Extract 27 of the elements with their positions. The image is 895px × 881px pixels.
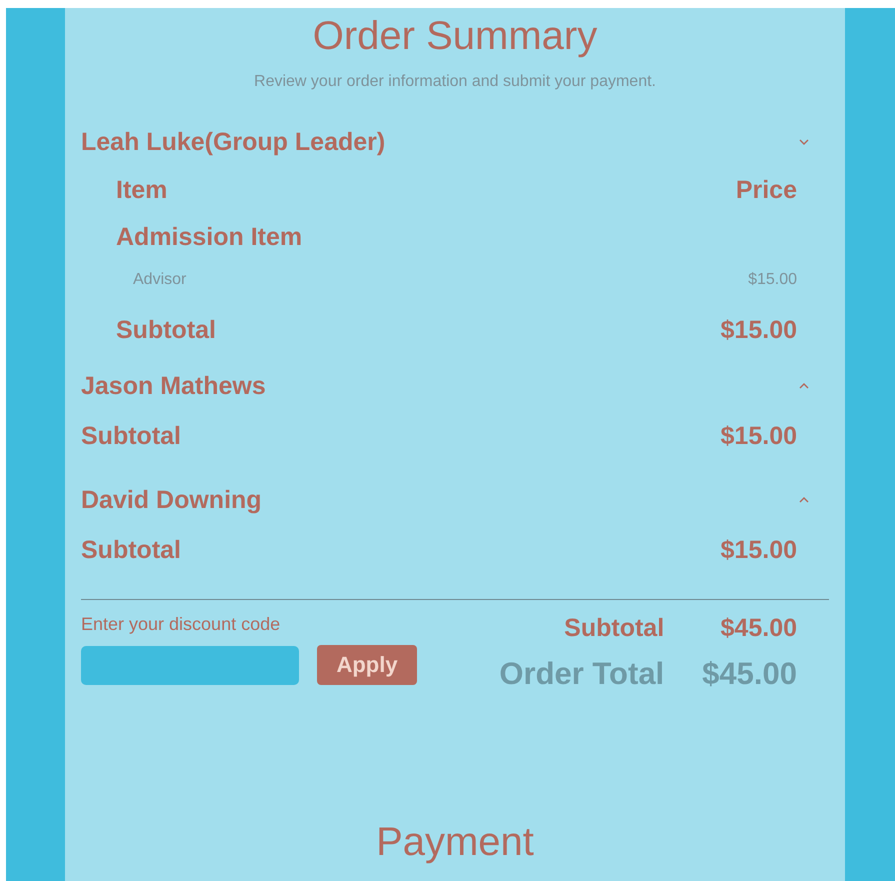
discount-label: Enter your discount code	[81, 614, 282, 635]
total-label: Order Total	[499, 656, 664, 693]
group-name[interactable]: David Downing	[81, 486, 262, 514]
item-name: Advisor	[133, 271, 186, 289]
group-name[interactable]: Jason Mathews	[81, 372, 266, 400]
chevron-up-icon[interactable]	[798, 496, 810, 504]
subtotal-label: Subtotal	[564, 614, 664, 644]
chevron-up-icon[interactable]	[798, 382, 810, 390]
subtotal-label: Subtotal	[81, 536, 181, 564]
item-price: $15.00	[748, 271, 797, 289]
total-value: $45.00	[702, 656, 797, 693]
discount-field[interactable]	[81, 646, 299, 684]
section-heading: Payment	[375, 820, 535, 865]
subtotal-value: $45.00	[720, 614, 797, 644]
page-subtitle: Review your order information and submit your payment.	[253, 73, 657, 91]
apply-button[interactable]: Apply	[317, 645, 417, 685]
page-title: Order Summary	[312, 14, 598, 59]
subtotal-value: $15.00	[720, 422, 797, 450]
section-title: Admission Item	[116, 223, 302, 252]
group-name[interactable]: Leah Luke(Group Leader)	[81, 128, 386, 156]
subtotal-label: Subtotal	[81, 422, 181, 450]
subtotal-value: $15.00	[720, 316, 797, 344]
chevron-down-icon[interactable]	[798, 138, 810, 146]
subtotal-value: $15.00	[720, 536, 797, 564]
subtotal-label: Subtotal	[116, 316, 216, 344]
column-header: Price	[736, 176, 797, 205]
column-header: Item	[116, 176, 168, 205]
